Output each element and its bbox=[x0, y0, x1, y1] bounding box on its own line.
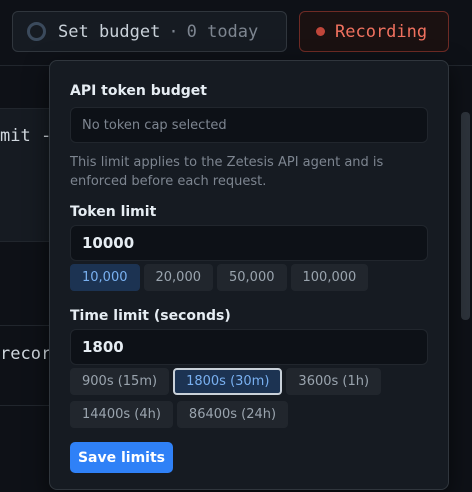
background-scrollbar-thumb[interactable] bbox=[461, 112, 470, 320]
token-limit-field[interactable] bbox=[70, 225, 428, 261]
token-preset-group: 10,000 20,000 50,000 100,000 bbox=[70, 264, 430, 291]
time-limit-field[interactable] bbox=[70, 329, 428, 365]
time-preset-900[interactable]: 900s (15m) bbox=[70, 368, 170, 395]
budget-ring-icon bbox=[27, 22, 46, 41]
recording-dot-icon bbox=[316, 27, 325, 36]
token-preset-10000[interactable]: 10,000 bbox=[70, 264, 140, 291]
token-limit-input[interactable] bbox=[82, 234, 427, 252]
recording-button[interactable]: Recording bbox=[299, 11, 449, 52]
time-preset-14400[interactable]: 14400s (4h) bbox=[70, 401, 173, 428]
token-limit-label: Token limit bbox=[70, 204, 157, 220]
recording-label: Recording bbox=[335, 21, 428, 42]
budget-today-count: 0 today bbox=[186, 21, 259, 42]
token-preset-20000[interactable]: 20,000 bbox=[143, 264, 213, 291]
budget-select-field[interactable] bbox=[70, 107, 428, 143]
set-budget-button[interactable]: Set budget · 0 today bbox=[12, 11, 287, 52]
time-preset-1800[interactable]: 1800s (30m) bbox=[173, 368, 283, 395]
time-limit-label: Time limit (seconds) bbox=[70, 308, 231, 324]
time-preset-group: 900s (15m) 1800s (30m) 3600s (1h) 14400s… bbox=[70, 368, 430, 428]
time-limit-input[interactable] bbox=[82, 338, 427, 356]
top-bar: Set budget · 0 today Recording bbox=[0, 0, 472, 66]
time-preset-86400[interactable]: 86400s (24h) bbox=[176, 401, 289, 428]
time-preset-3600[interactable]: 3600s (1h) bbox=[286, 368, 382, 395]
popover-title: API token budget bbox=[70, 83, 207, 99]
token-preset-50000[interactable]: 50,000 bbox=[217, 264, 287, 291]
token-preset-100000[interactable]: 100,000 bbox=[290, 264, 369, 291]
budget-label: Set budget bbox=[58, 21, 161, 42]
save-limits-button[interactable]: Save limits bbox=[70, 442, 173, 473]
api-token-budget-popover: API token budget This limit applies to t… bbox=[49, 60, 449, 490]
budget-select-input[interactable] bbox=[82, 117, 427, 133]
budget-help-text: This limit applies to the Zetesis API ag… bbox=[70, 155, 384, 189]
budget-separator: · bbox=[168, 21, 179, 42]
